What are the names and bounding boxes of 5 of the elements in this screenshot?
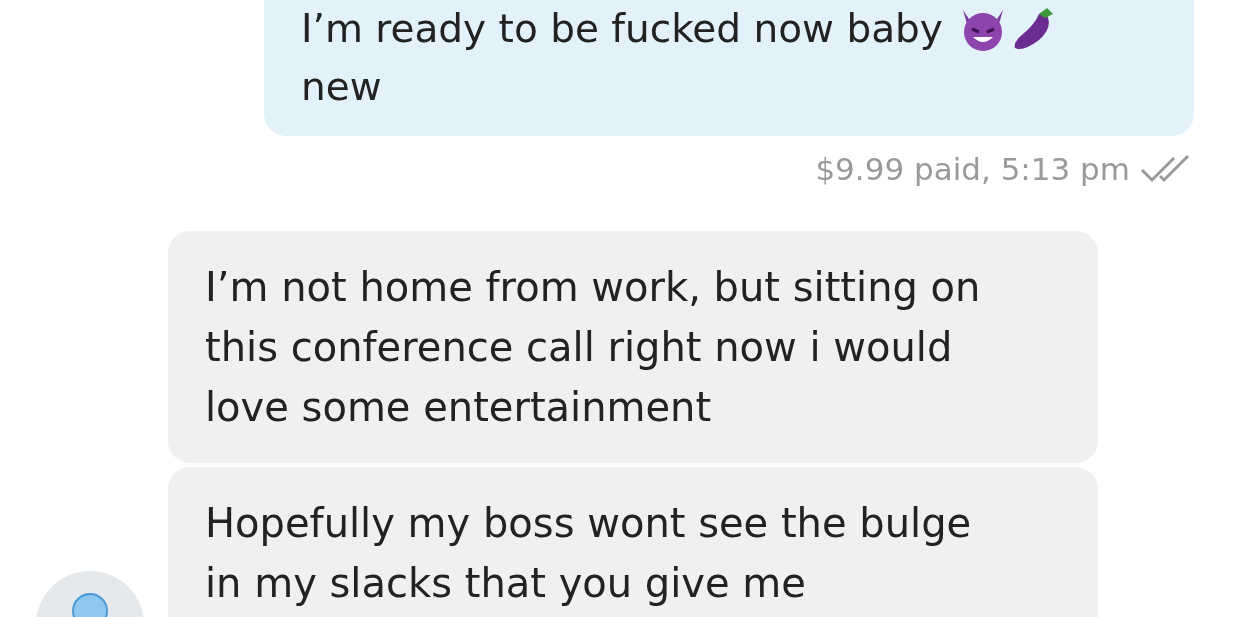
- message-meta: $9.99 paid, 5:13 pm: [815, 150, 1130, 189]
- message-text: I’m not home from work, but sitting on this conference call right now i would love some entertainment: [205, 262, 982, 432]
- message-text: new: [301, 63, 383, 111]
- message-text: I’m ready to be fucked now baby: [301, 5, 943, 53]
- message-text: Hopefully my boss wont see the bulge in my slacks that you give me: [205, 498, 973, 608]
